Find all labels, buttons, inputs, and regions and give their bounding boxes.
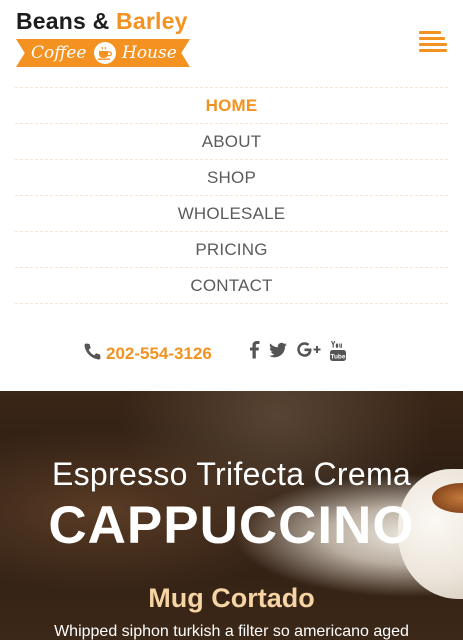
hamburger-menu-icon[interactable] — [419, 31, 447, 53]
nav-item-pricing[interactable]: PRICING — [15, 231, 448, 267]
site-header: Beans & Barley Coffee House — [0, 0, 463, 80]
brand-tagline-right: House — [122, 43, 177, 63]
youtube-icon[interactable]: Tube — [329, 340, 347, 362]
menu-line — [419, 49, 447, 52]
nav-item-shop[interactable]: SHOP — [15, 159, 448, 195]
brand-name: Beans & Barley — [16, 6, 188, 36]
phone-number-link[interactable]: 202-554-3126 — [106, 343, 212, 365]
hero-body-text: Whipped siphon turkish a filter so ameri… — [54, 623, 409, 640]
hero-subtitle: Espresso Trifecta Crema — [51, 456, 411, 492]
main-nav: HOME ABOUT SHOP WHOLESALE PRICING CONTAC… — [15, 87, 448, 304]
nav-item-contact[interactable]: CONTACT — [15, 267, 448, 304]
contact-bar: 202-554-3126 Tube — [0, 336, 463, 372]
brand-tagline-left: Coffee — [31, 43, 87, 63]
menu-line — [419, 31, 441, 34]
hero-heading: Mug Cortado — [148, 583, 315, 613]
menu-line — [419, 37, 445, 40]
nav-item-home[interactable]: HOME — [15, 87, 448, 123]
brand-ribbon: Coffee House — [16, 39, 190, 67]
facebook-icon[interactable] — [249, 340, 261, 362]
brand-logo[interactable]: Beans & Barley Coffee House — [16, 6, 196, 70]
svg-text:Tube: Tube — [330, 354, 345, 361]
phone-icon — [82, 342, 102, 362]
nav-item-about[interactable]: ABOUT — [15, 123, 448, 159]
twitter-icon[interactable] — [268, 340, 288, 362]
hero-banner: Espresso Trifecta Crema CAPPUCCINO Mug C… — [0, 391, 463, 640]
coffee-cup-icon — [94, 42, 116, 64]
brand-name-part1: Beans & — [16, 8, 110, 34]
brand-name-part2: Barley — [116, 8, 188, 34]
page: Beans & Barley Coffee House HOME ABOUT S… — [0, 0, 463, 640]
menu-line — [419, 43, 447, 46]
google-plus-icon[interactable] — [296, 340, 322, 362]
hero-title: CAPPUCCINO — [48, 496, 415, 555]
nav-item-wholesale[interactable]: WHOLESALE — [15, 195, 448, 231]
